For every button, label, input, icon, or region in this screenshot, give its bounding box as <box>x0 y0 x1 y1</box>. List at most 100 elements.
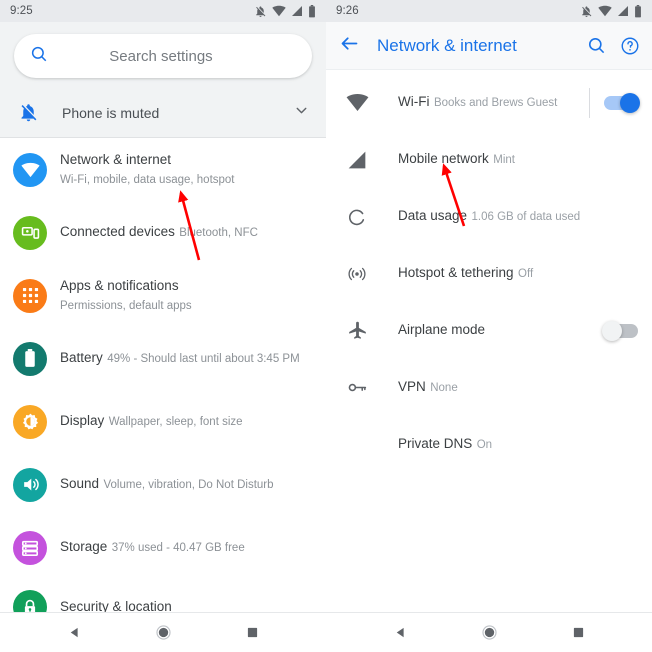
net-trailing <box>602 320 638 341</box>
setting-title: Apps & notifications <box>60 278 179 294</box>
signal-icon <box>291 5 303 17</box>
net-subtitle: Books and Brews Guest <box>433 97 558 110</box>
app-bar-actions <box>587 36 640 56</box>
notifications-off-icon <box>18 102 52 123</box>
battery-icon <box>634 4 642 18</box>
setting-row-battery[interactable]: Battery 49% - Should last until about 3:… <box>0 327 326 390</box>
chevron-down-icon[interactable] <box>293 102 310 124</box>
home-circle-icon[interactable] <box>155 624 172 641</box>
status-icon-group <box>254 4 316 18</box>
network-internet-panel: 9:26 Network & internet Wi-Fi Books and … <box>326 0 652 652</box>
home-circle-icon[interactable] <box>481 624 498 641</box>
wifi-icon <box>13 152 47 187</box>
net-row-data-usage[interactable]: Data usage 1.06 GB of data used <box>326 188 652 245</box>
wifi-icon <box>344 93 370 112</box>
search-placeholder: Search settings <box>109 47 213 65</box>
back-triangle-icon[interactable] <box>393 625 408 640</box>
volume-icon <box>13 467 47 502</box>
battery-icon <box>308 4 316 18</box>
net-text: Private DNS On <box>398 435 492 453</box>
setting-subtitle: Permissions, default apps <box>60 299 192 312</box>
phone-muted-row[interactable]: Phone is muted <box>0 88 326 138</box>
setting-title: Security & location <box>60 598 172 612</box>
settings-panel: 9:25 Search settings Phone is muted Netw… <box>0 0 326 652</box>
setting-text: Apps & notifications Permissions, defaul… <box>60 277 310 313</box>
brightness-icon <box>13 404 47 439</box>
net-text: VPN None <box>398 378 458 396</box>
search-input[interactable]: Search settings <box>14 34 312 78</box>
wifi-icon <box>272 5 286 17</box>
battery-icon <box>13 341 47 376</box>
setting-subtitle: Wi-Fi, mobile, data usage, hotspot <box>60 173 235 186</box>
phone-muted-label: Phone is muted <box>62 104 160 121</box>
setting-subtitle: 37% used - 40.47 GB free <box>111 542 245 555</box>
search-section: Search settings <box>0 22 326 88</box>
search-icon[interactable] <box>587 36 606 55</box>
recents-square-icon[interactable] <box>246 626 259 639</box>
help-circle-icon[interactable] <box>620 36 640 56</box>
recents-square-icon[interactable] <box>572 626 585 639</box>
setting-text: Network & internet Wi-Fi, mobile, data u… <box>60 151 310 187</box>
net-title: Data usage <box>398 208 468 224</box>
signal-icon <box>617 5 629 17</box>
data-usage-icon <box>344 207 370 227</box>
airplane-mode-toggle[interactable] <box>602 320 638 341</box>
storage-icon <box>13 530 47 565</box>
setting-subtitle: Volume, vibration, Do Not Disturb <box>103 479 274 492</box>
setting-text: Sound Volume, vibration, Do Not Disturb <box>60 475 274 493</box>
navigation-bar-right <box>326 612 652 652</box>
airplane-icon <box>344 320 370 341</box>
apps-grid-icon <box>13 278 47 313</box>
back-triangle-icon[interactable] <box>67 625 82 640</box>
setting-text: Security & location <box>60 598 172 612</box>
notifications-off-icon <box>580 5 593 18</box>
net-row-mobile-network[interactable]: Mobile network Mint <box>326 131 652 188</box>
net-text: Hotspot & tethering Off <box>398 264 533 282</box>
setting-row-apps-notifications[interactable]: Apps & notifications Permissions, defaul… <box>0 264 326 327</box>
status-bar-right: 9:26 <box>326 0 652 22</box>
hotspot-icon <box>344 264 370 284</box>
net-text: Wi-Fi Books and Brews Guest <box>398 93 557 111</box>
setting-row-display[interactable]: Display Wallpaper, sleep, font size <box>0 390 326 453</box>
net-subtitle: Off <box>518 268 534 281</box>
setting-row-storage[interactable]: Storage 37% used - 40.47 GB free <box>0 516 326 579</box>
status-clock: 9:25 <box>10 5 33 17</box>
setting-row-connected-devices[interactable]: Connected devices Bluetooth, NFC <box>0 201 326 264</box>
net-row-airplane-mode[interactable]: Airplane mode <box>326 302 652 359</box>
network-settings-list: Wi-Fi Books and Brews Guest Mobile netwo… <box>326 70 652 612</box>
setting-title: Storage <box>60 539 108 555</box>
net-trailing <box>589 87 640 118</box>
net-title: Mobile network <box>398 151 489 167</box>
setting-row-network-internet[interactable]: Network & internet Wi-Fi, mobile, data u… <box>0 138 326 201</box>
search-icon <box>30 45 48 68</box>
status-icon-group <box>580 4 642 18</box>
net-row-wifi[interactable]: Wi-Fi Books and Brews Guest <box>326 74 652 131</box>
net-row-hotspot-tethering[interactable]: Hotspot & tethering Off <box>326 245 652 302</box>
setting-subtitle: 49% - Should last until about 3:45 PM <box>107 353 300 366</box>
setting-subtitle: Wallpaper, sleep, font size <box>108 416 243 429</box>
devices-icon <box>13 215 47 250</box>
net-title: Airplane mode <box>398 322 486 338</box>
wifi-toggle[interactable] <box>604 92 640 113</box>
net-text: Airplane mode <box>398 321 485 339</box>
arrow-back-icon[interactable] <box>339 33 360 59</box>
status-bar-left: 9:25 <box>0 0 326 22</box>
app-bar: Network & internet <box>326 22 652 70</box>
setting-title: Connected devices <box>60 224 175 240</box>
divider <box>589 87 590 118</box>
notifications-off-icon <box>254 5 267 18</box>
net-subtitle: 1.06 GB of data used <box>471 211 581 224</box>
wifi-icon <box>598 5 612 17</box>
lock-icon <box>13 590 47 612</box>
navigation-bar-left <box>0 612 326 652</box>
page-title: Network & internet <box>377 35 517 55</box>
net-title: Wi-Fi <box>398 94 430 110</box>
setting-row-security-location[interactable]: Security & location <box>0 579 326 612</box>
vpn-key-icon <box>344 377 370 398</box>
net-title: VPN <box>398 379 426 395</box>
setting-text: Battery 49% - Should last until about 3:… <box>60 349 300 367</box>
setting-row-sound[interactable]: Sound Volume, vibration, Do Not Disturb <box>0 453 326 516</box>
net-row-vpn[interactable]: VPN None <box>326 359 652 416</box>
net-row-private-dns[interactable]: Private DNS On <box>326 416 652 473</box>
setting-title: Battery <box>60 350 103 366</box>
